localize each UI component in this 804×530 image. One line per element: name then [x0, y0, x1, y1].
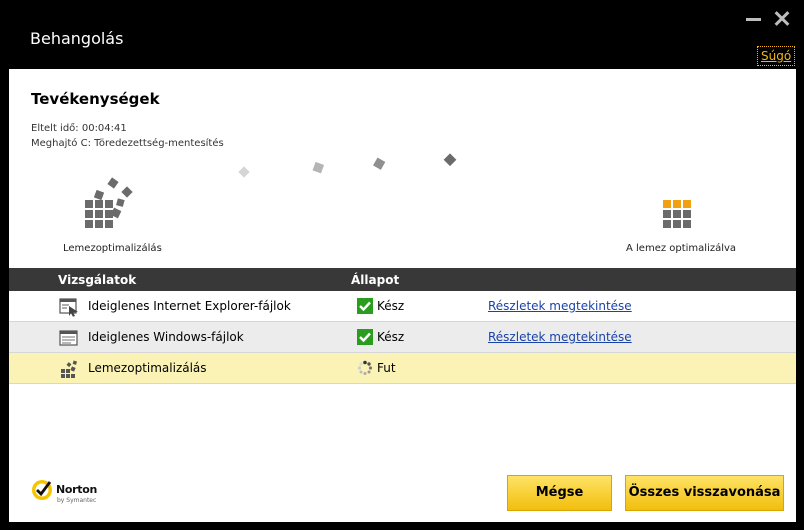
spinner-icon [357, 360, 373, 375]
checkmark-icon [357, 298, 373, 314]
view-details-link[interactable]: Részletek megtekintése [488, 299, 632, 313]
header-status: Állapot [351, 273, 400, 287]
scan-name: Ideiglenes Windows-fájlok [88, 330, 244, 344]
scan-status: Fut [377, 361, 396, 375]
view-details-link[interactable]: Részletek megtekintése [488, 330, 632, 344]
content-panel: Tevékenységek Eltelt idő: 00:04:41 Megha… [9, 69, 796, 522]
checkmark-icon [357, 329, 373, 345]
brand-sub: by Symantec [57, 497, 97, 504]
flying-blocks [238, 153, 457, 178]
disk-optimized-label: A lemez optimalizálva [626, 243, 737, 254]
scan-name: Ideiglenes Internet Explorer-fájlok [88, 299, 291, 313]
defrag-animation [85, 153, 691, 228]
undo-all-button[interactable]: Összes visszavonása [625, 475, 784, 511]
header-scans: Vizsgálatok [58, 273, 137, 287]
close-button[interactable] [771, 8, 793, 28]
brand-name: Norton [56, 483, 98, 496]
fragmented-disk-icon [85, 177, 133, 228]
scan-name: Lemezoptimalizálás [88, 361, 207, 375]
title-bar: Behangolás Súgó [0, 0, 804, 68]
minimize-button[interactable] [743, 8, 765, 28]
scan-table-header: Vizsgálatok Állapot [9, 268, 796, 291]
cancel-button[interactable]: Mégse [507, 475, 612, 511]
scan-status: Kész [377, 330, 405, 344]
table-row: Lemezoptimalizálás Fut [9, 353, 796, 384]
norton-logo: Norton by Symantec [31, 477, 111, 509]
optimize-window: Behangolás Súgó Tevékenységek Eltelt idő… [0, 0, 804, 530]
optimized-disk-icon [663, 200, 691, 228]
help-link[interactable]: Súgó [757, 46, 796, 66]
windows-files-icon [59, 330, 78, 346]
disk-optimize-icon [61, 360, 77, 378]
window-title: Behangolás [30, 29, 124, 48]
ie-files-icon [59, 298, 78, 317]
scan-status: Kész [377, 299, 405, 313]
disk-optimizing-label: Lemezoptimalizálás [63, 243, 162, 254]
table-row: Ideiglenes Windows-fájlok Kész Részletek… [9, 322, 796, 353]
norton-check-icon [32, 480, 52, 500]
table-row: Ideiglenes Internet Explorer-fájlok Kész… [9, 291, 796, 322]
